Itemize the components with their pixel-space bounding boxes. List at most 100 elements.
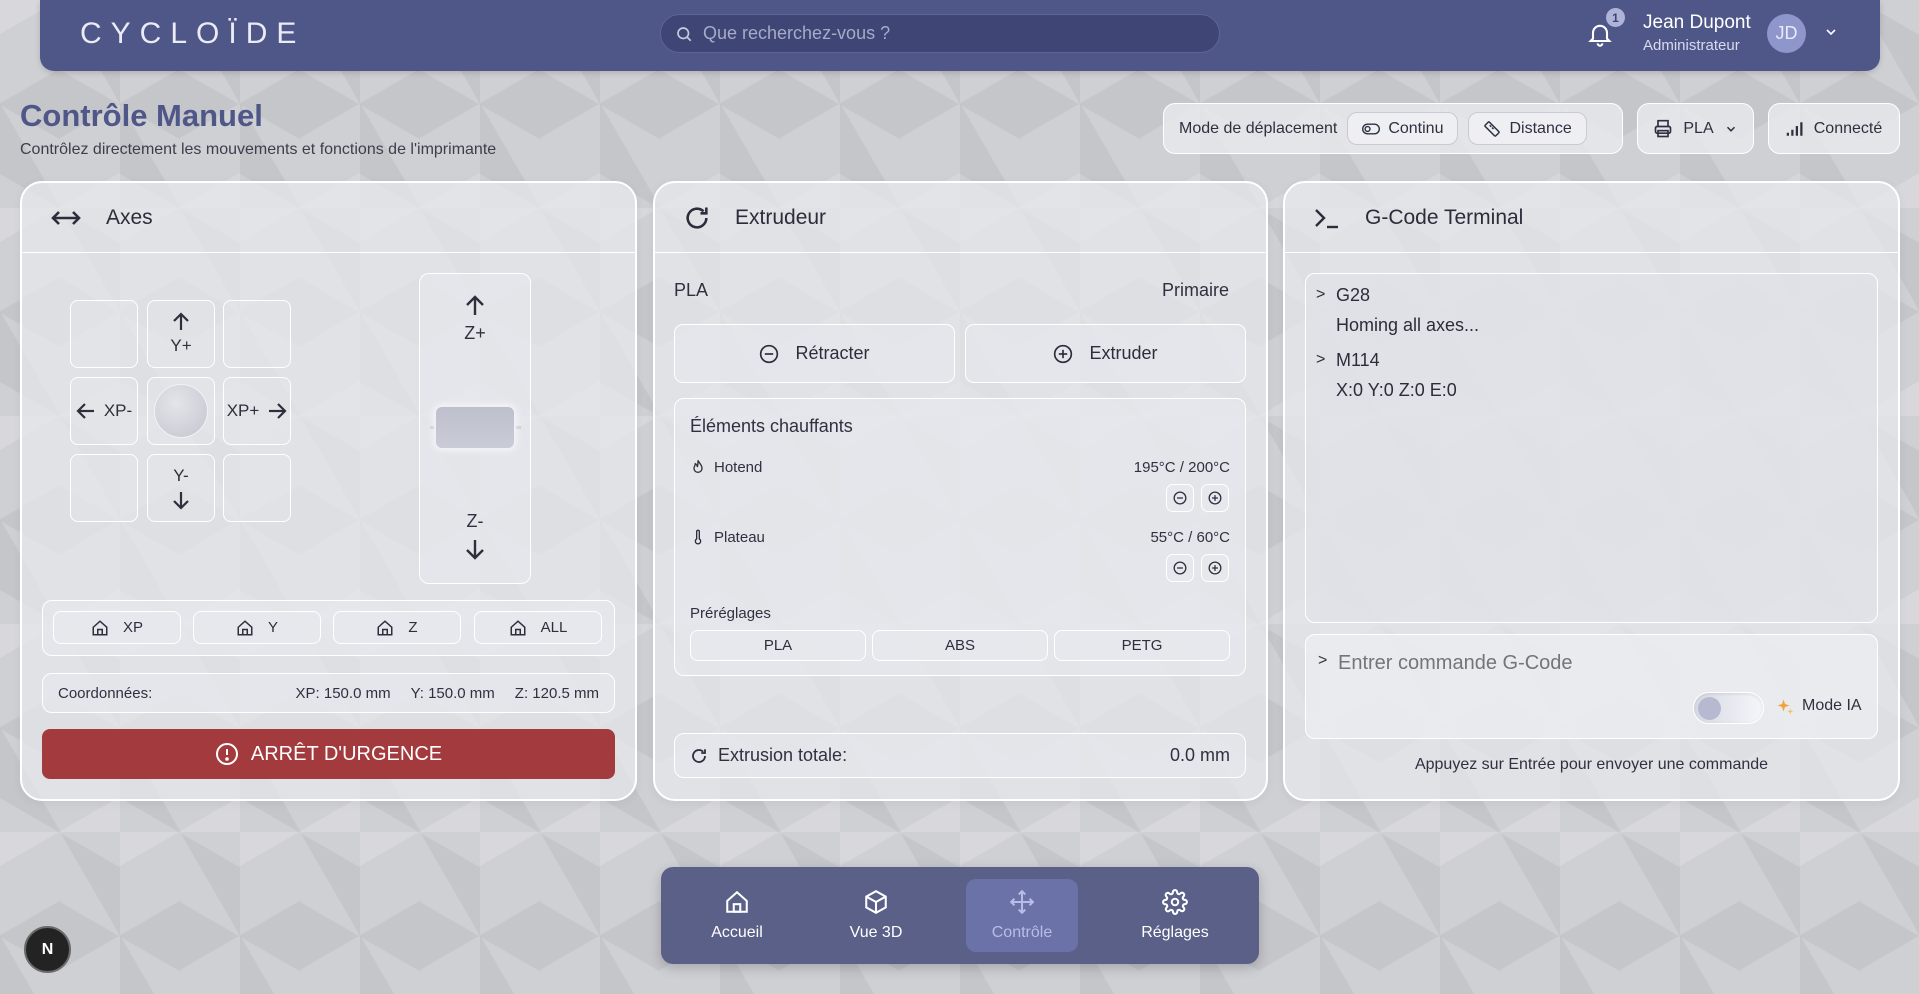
printer-icon	[1655, 119, 1672, 137]
nav-item-settings[interactable]: Réglages	[1119, 879, 1231, 952]
nav-item-settings-label: Réglages	[1141, 924, 1209, 941]
chevron-down-icon	[1726, 126, 1735, 132]
preset-petg-button[interactable]: PETG	[1054, 630, 1230, 661]
search-icon	[677, 26, 692, 41]
chevron-down-icon[interactable]	[1823, 24, 1839, 40]
extruder-panel-title: Extrudeur	[735, 205, 827, 229]
jog-corner-tr	[223, 300, 291, 368]
home-icon	[726, 890, 748, 913]
jog-corner-br	[223, 454, 291, 522]
movement-mode-group: Mode de déplacement Continu Distance	[1163, 103, 1623, 154]
ai-mode-toggle[interactable]	[1693, 692, 1764, 724]
emergency-stop-button[interactable]: ARRÊT D'URGENCE	[42, 729, 615, 779]
material-select[interactable]: PLA	[1637, 103, 1754, 154]
hotend-increase-button[interactable]	[1201, 484, 1229, 512]
dev-tools-badge[interactable]: N	[24, 926, 71, 973]
total-extrusion-label: Extrusion totale:	[718, 745, 848, 765]
home-z-label: Z	[408, 619, 418, 636]
plus-circle-icon	[1054, 344, 1073, 363]
thermometer-icon	[694, 529, 702, 545]
bed-decrease-button[interactable]	[1166, 554, 1194, 582]
z-plus-button[interactable]: Z+	[419, 295, 531, 344]
user-menu[interactable]: Jean Dupont Administrateur	[1643, 12, 1751, 54]
signal-icon	[1786, 121, 1803, 136]
retract-label: Rétracter	[795, 343, 870, 363]
refresh-icon	[686, 206, 708, 229]
coordinates-label: Coordonnées:	[58, 684, 153, 702]
jog-x-plus-button[interactable]: XP+	[223, 377, 291, 445]
distance-mode-button[interactable]: Distance	[1468, 112, 1587, 145]
jog-center-knob[interactable]	[154, 384, 208, 438]
home-y-button[interactable]: Y	[193, 611, 321, 644]
presets-title: Préréglages	[690, 605, 771, 622]
home-y-label: Y	[267, 619, 278, 636]
coordinate-y: Y: 150.0 mm	[410, 684, 495, 702]
gcode-input-prompt: >	[1318, 652, 1328, 669]
arrow-up-icon	[173, 312, 189, 330]
bed-increase-button[interactable]	[1201, 554, 1229, 582]
movement-mode-label: Mode de déplacement	[1179, 119, 1338, 137]
home-icon	[510, 619, 526, 635]
z-plus-label: Z+	[464, 323, 486, 343]
home-icon	[92, 619, 108, 635]
z-slider-handle[interactable]	[434, 405, 516, 450]
hotend-decrease-button[interactable]	[1166, 484, 1194, 512]
z-minus-button[interactable]: Z-	[419, 511, 531, 560]
bed-temperature: 55°C / 60°C	[1150, 529, 1230, 546]
jog-y-minus-button[interactable]: Y-	[147, 454, 215, 522]
refresh-icon	[692, 748, 706, 763]
toggle-icon	[1362, 122, 1381, 135]
app-logo[interactable]: CYCLOÏDE	[80, 17, 305, 51]
move-icon	[1009, 889, 1035, 915]
gcode-input[interactable]	[1338, 648, 1858, 678]
jog-corner-tl	[70, 300, 138, 368]
preset-abs-button[interactable]: ABS	[872, 630, 1048, 661]
ruler-icon	[1484, 120, 1501, 137]
alert-circle-icon	[215, 743, 238, 765]
sparkles-icon	[1777, 699, 1794, 715]
arrow-down-icon	[466, 540, 484, 560]
retract-button[interactable]: Rétracter	[674, 324, 955, 383]
arrow-right-icon	[269, 403, 287, 419]
terminal-panel-title: G-Code Terminal	[1365, 205, 1524, 229]
jog-y-minus-label: Y-	[173, 466, 189, 485]
coordinate-x: XP: 150.0 mm	[295, 684, 391, 702]
top-bar: CYCLOÏDE 1 Jean Dupont Administrateur JD	[40, 0, 1880, 71]
jog-y-plus-button[interactable]: Y+	[147, 300, 215, 368]
terminal-line: Homing all axes...	[1336, 315, 1480, 335]
bed-label: Plateau	[714, 528, 765, 546]
bottom-navigation: Accueil Vue 3D Contrôle Réglages	[661, 867, 1259, 964]
home-all-button[interactable]: ALL	[474, 611, 602, 644]
continuous-mode-button[interactable]: Continu	[1347, 112, 1459, 145]
home-z-button[interactable]: Z	[333, 611, 461, 644]
nav-item-3d-view-label: Vue 3D	[849, 924, 903, 941]
flame-icon	[693, 460, 703, 473]
continuous-mode-label: Continu	[1388, 119, 1444, 137]
hotend-row: Hotend	[690, 458, 762, 476]
nav-item-control[interactable]: Contrôle	[966, 879, 1078, 952]
jog-x-minus-label: XP-	[103, 401, 133, 420]
preset-pla-button[interactable]: PLA	[690, 630, 866, 661]
cube-icon	[865, 889, 887, 915]
jog-center	[147, 377, 215, 445]
ai-mode-label: Mode IA	[1802, 697, 1862, 714]
avatar[interactable]: JD	[1767, 14, 1806, 53]
user-name: Jean Dupont	[1643, 12, 1751, 33]
jog-x-minus-button[interactable]: XP-	[70, 377, 138, 445]
extrude-button[interactable]: Extruder	[965, 324, 1246, 383]
nav-item-home[interactable]: Accueil	[681, 879, 793, 952]
minus-circle-icon	[760, 344, 779, 363]
minus-circle-icon	[1173, 561, 1187, 575]
home-x-button[interactable]: XP	[53, 611, 181, 644]
axes-panel-title: Axes	[106, 205, 153, 229]
search-bar[interactable]	[660, 14, 1220, 53]
search-input[interactable]	[703, 23, 1203, 44]
axes-panel-header: Axes	[22, 183, 635, 253]
home-x-label: XP	[122, 619, 143, 636]
terminal-line: G28	[1336, 285, 1371, 305]
jog-x-plus-label: XP+	[226, 401, 260, 420]
nav-item-3d-view[interactable]: Vue 3D	[820, 879, 932, 952]
page-subtitle: Contrôlez directement les mouvements et …	[20, 141, 497, 158]
extruder-material: PLA	[674, 280, 709, 300]
connection-status-button[interactable]: Connecté	[1768, 103, 1900, 154]
